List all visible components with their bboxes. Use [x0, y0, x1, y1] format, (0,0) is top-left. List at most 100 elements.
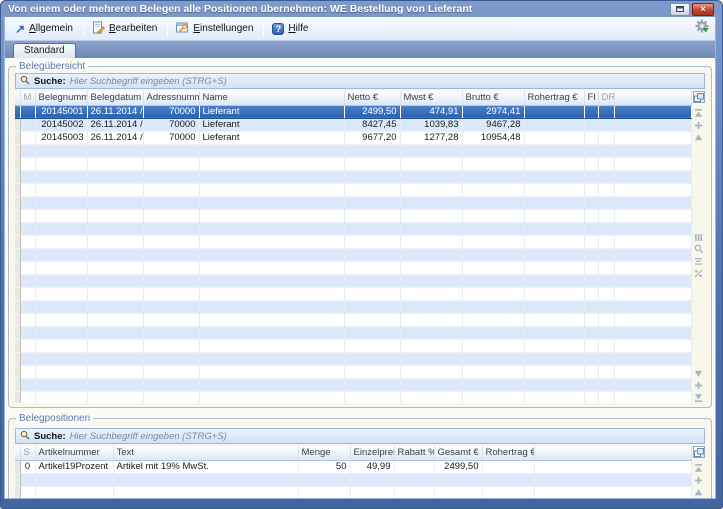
group-beleguebersicht: Belegübersicht Suche: [8, 66, 712, 408]
column-header[interactable]: Rohertrag € [482, 446, 534, 460]
scroll-up-button[interactable] [693, 132, 704, 142]
restore-button[interactable] [670, 3, 690, 16]
toolbar-button-einstellungen[interactable]: Einstellungen [170, 19, 261, 39]
edit-icon [92, 21, 105, 37]
grid-filler-row [15, 274, 692, 287]
grid-filler-row [15, 170, 692, 183]
toolbar-button-bearbeiten[interactable]: Bearbeiten [86, 19, 165, 39]
column-header[interactable]: S [20, 446, 35, 460]
column-chooser-button[interactable] [693, 446, 705, 458]
sum-row-button[interactable] [693, 256, 704, 266]
group-label: Belegpositionen [16, 412, 93, 425]
percent-row-button[interactable] [693, 268, 704, 278]
page-content: Belegübersicht Suche: [5, 58, 715, 498]
help-icon: ? [272, 23, 284, 35]
toolbar: ↗ Allgemein Bearbeiten [5, 17, 715, 41]
grid-row[interactable]: 2014500126.11.2014 /Mi70000Lieferant2499… [15, 105, 692, 118]
column-header[interactable]: Artikelnummer [35, 446, 113, 460]
column-header[interactable] [614, 91, 692, 105]
grid-row[interactable]: 2014500326.11.2014 /Mi70000Lieferant9677… [15, 131, 692, 144]
settings-icon [176, 21, 189, 37]
tab-bar: Standard [5, 41, 715, 58]
column-header[interactable]: Rabatt % [394, 446, 434, 460]
column-header[interactable]: Text [113, 446, 298, 460]
grid-filler-row [15, 339, 692, 352]
positions-grid: SArtikelnummerTextMengeEinzelpreis €Raba… [15, 446, 692, 498]
search-label: Suche: [34, 431, 66, 442]
toolbar-separator [167, 21, 168, 37]
scroll-first-button[interactable] [693, 108, 704, 118]
grid-filler-row [15, 144, 692, 157]
append-row-button[interactable] [693, 380, 704, 390]
scroll-up-button[interactable] [693, 487, 704, 497]
grid-area: MBelegnummerBelegdatumAdressnummNameNett… [15, 91, 705, 403]
settings-gear-button[interactable] [695, 19, 709, 38]
column-header[interactable]: Adressnumm [143, 91, 199, 105]
toolbar-separator [83, 21, 84, 37]
column-header[interactable]: DR [598, 91, 614, 105]
column-chooser-icon [694, 448, 704, 457]
group-belegpositionen: Belegpositionen Suche: [8, 418, 712, 498]
grid-filler-row [15, 313, 692, 326]
column-header[interactable]: Brutto € [462, 91, 524, 105]
toolbar-button-label: Einstellungen [193, 23, 253, 34]
grid-filler-row [15, 209, 692, 222]
grid-filler-row [15, 326, 692, 339]
grid-filler-row [15, 183, 692, 196]
search-input[interactable] [70, 76, 700, 87]
grid-row[interactable]: 2014500226.11.2014 /Mi70000Lieferant8427… [15, 118, 692, 131]
column-header[interactable]: M [20, 91, 35, 105]
search-bar[interactable]: Suche: [15, 73, 705, 89]
grid-filler-row [15, 352, 692, 365]
scroll-last-button[interactable] [693, 392, 704, 402]
search-input[interactable] [70, 431, 700, 442]
grid-search-button[interactable] [693, 244, 704, 254]
column-header[interactable] [534, 446, 692, 460]
column-header[interactable]: Belegnummer [35, 91, 87, 105]
column-header[interactable]: Gesamt € [434, 446, 482, 460]
toolbar-button-hilfe[interactable]: ? Hilfe [266, 21, 316, 37]
open-arrow-icon: ↗ [15, 23, 25, 35]
grid-filler-row [15, 391, 692, 403]
column-chooser-icon [694, 93, 704, 102]
grid-filler-row [15, 473, 692, 486]
column-header[interactable]: Mwst € [400, 91, 462, 105]
insert-row-button[interactable] [693, 475, 704, 485]
column-header[interactable]: Einzelpreis € [350, 446, 394, 460]
grid-side-toolbar [692, 446, 705, 498]
grid-viewport: MBelegnummerBelegdatumAdressnummNameNett… [15, 91, 692, 403]
insert-row-button[interactable] [693, 120, 704, 130]
grid-filler-row [15, 365, 692, 378]
column-header[interactable]: Rohertrag € [524, 91, 584, 105]
grid-filler-row [15, 196, 692, 209]
search-bar[interactable]: Suche: [15, 428, 705, 444]
column-header[interactable]: Name [199, 91, 344, 105]
gear-sync-icon [695, 19, 709, 38]
column-header[interactable]: Netto € [344, 91, 400, 105]
grid-viewport: SArtikelnummerTextMengeEinzelpreis €Raba… [15, 446, 692, 498]
window-restore-icon [676, 6, 684, 12]
titlebar[interactable]: Von einem oder mehreren Belegen alle Pos… [4, 0, 716, 17]
toolbar-button-label: Allgemein [29, 23, 73, 34]
overview-grid: MBelegnummerBelegdatumAdressnummNameNett… [15, 91, 692, 403]
grid-filler-row [15, 235, 692, 248]
close-button[interactable]: × [692, 3, 714, 16]
close-icon: × [700, 5, 705, 14]
toolbar-button-allgemein[interactable]: ↗ Allgemein [9, 21, 81, 37]
toolbar-button-label: Bearbeiten [109, 23, 157, 34]
grid-filler-row [15, 222, 692, 235]
tab-standard[interactable]: Standard [13, 43, 76, 58]
window-title: Von einem oder mehreren Belegen alle Pos… [8, 3, 472, 15]
grid-filler-row [15, 287, 692, 300]
column-chooser-button[interactable] [693, 91, 705, 103]
search-icon [20, 427, 30, 445]
scroll-down-button[interactable] [693, 368, 704, 378]
columns-layout-button[interactable] [693, 232, 704, 242]
app-window: Von einem oder mehreren Belegen alle Pos… [0, 0, 723, 509]
column-header[interactable]: Belegdatum [87, 91, 143, 105]
scroll-first-button[interactable] [693, 463, 704, 473]
column-header[interactable]: FI [584, 91, 598, 105]
grid-row[interactable]: 0Artikel19ProzentArtikel mit 19% MwSt.50… [15, 460, 692, 473]
column-header[interactable]: Menge [298, 446, 350, 460]
grid-area: SArtikelnummerTextMengeEinzelpreis €Raba… [15, 446, 705, 498]
